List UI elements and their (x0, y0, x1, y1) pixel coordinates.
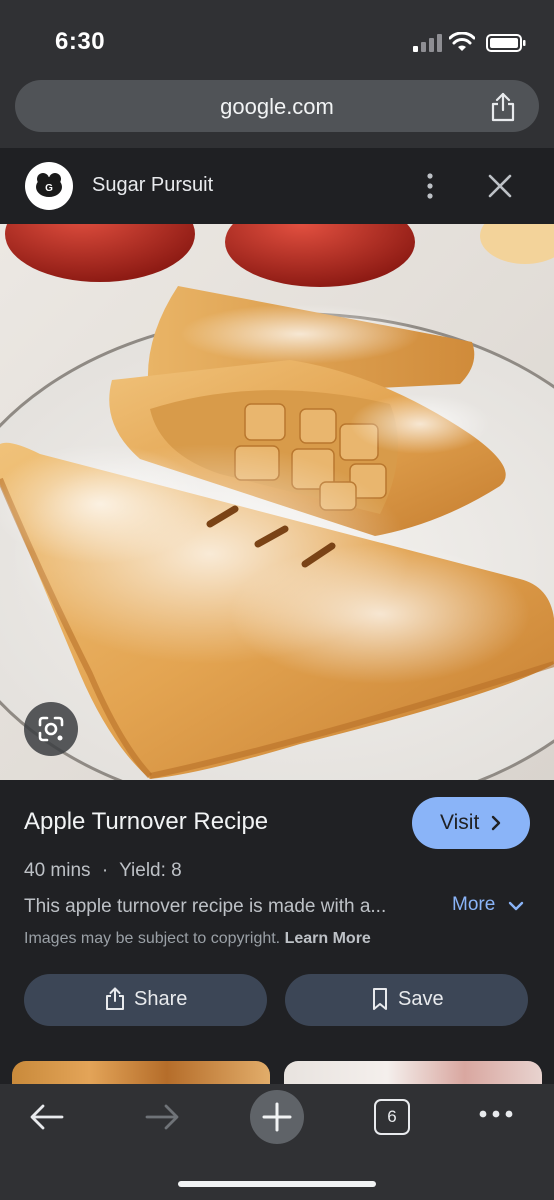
status-bar: 6:30 (0, 0, 554, 70)
bookmark-icon (373, 988, 387, 1010)
plus-icon (262, 1102, 292, 1132)
result-title[interactable]: Apple Turnover Recipe (24, 808, 268, 836)
meta-separator: · (101, 860, 109, 881)
home-indicator[interactable] (178, 1181, 376, 1187)
more-vert-icon[interactable] (420, 172, 440, 200)
more-link[interactable]: More (452, 894, 495, 916)
source-header: G Sugar Pursuit (0, 148, 554, 224)
back-arrow-icon[interactable] (28, 1102, 66, 1132)
save-label: Save (398, 988, 444, 1010)
save-button[interactable]: Save (285, 974, 528, 1026)
close-icon[interactable] (486, 172, 514, 200)
wifi-icon (449, 32, 475, 51)
lens-icon (38, 716, 64, 742)
url-text: google.com (220, 94, 334, 119)
share-icon[interactable] (489, 92, 517, 122)
share-button[interactable]: Share (24, 974, 267, 1026)
source-logo[interactable]: G (25, 162, 73, 210)
result-description: This apple turnover recipe is made with … (24, 896, 387, 917)
cook-time: 40 mins (24, 860, 91, 881)
source-name[interactable]: Sugar Pursuit (92, 174, 213, 197)
learn-more-link[interactable]: Learn More (285, 930, 371, 947)
recipe-meta: 40 mins · Yield: 8 (24, 860, 182, 882)
signal-icon (413, 34, 442, 52)
share-icon (106, 987, 124, 1010)
new-tab-button[interactable] (250, 1090, 304, 1144)
tabs-button[interactable]: 6 (374, 1099, 410, 1135)
forward-arrow-icon[interactable] (143, 1102, 181, 1132)
more-horiz-icon[interactable] (478, 1108, 514, 1120)
share-label: Share (134, 988, 188, 1010)
address-bar-row: google.com (0, 70, 554, 148)
visit-label: Visit (440, 811, 480, 834)
svg-text:G: G (45, 183, 53, 194)
sugar-pursuit-logo-icon: G (36, 173, 62, 197)
chevron-down-icon[interactable] (508, 900, 524, 912)
copyright-notice: Images may be subject to copyright. Lear… (24, 930, 371, 948)
result-image[interactable] (0, 224, 554, 780)
visit-button[interactable]: Visit (412, 797, 530, 849)
recipe-yield: Yield: 8 (119, 860, 182, 881)
lens-button[interactable] (24, 702, 78, 756)
battery-icon (486, 34, 526, 52)
copyright-text: Images may be subject to copyright. (24, 930, 281, 947)
address-bar[interactable]: google.com (15, 80, 539, 132)
apple-turnover-photo (0, 224, 554, 780)
status-time: 6:30 (55, 28, 106, 55)
chevron-right-icon (491, 815, 501, 831)
